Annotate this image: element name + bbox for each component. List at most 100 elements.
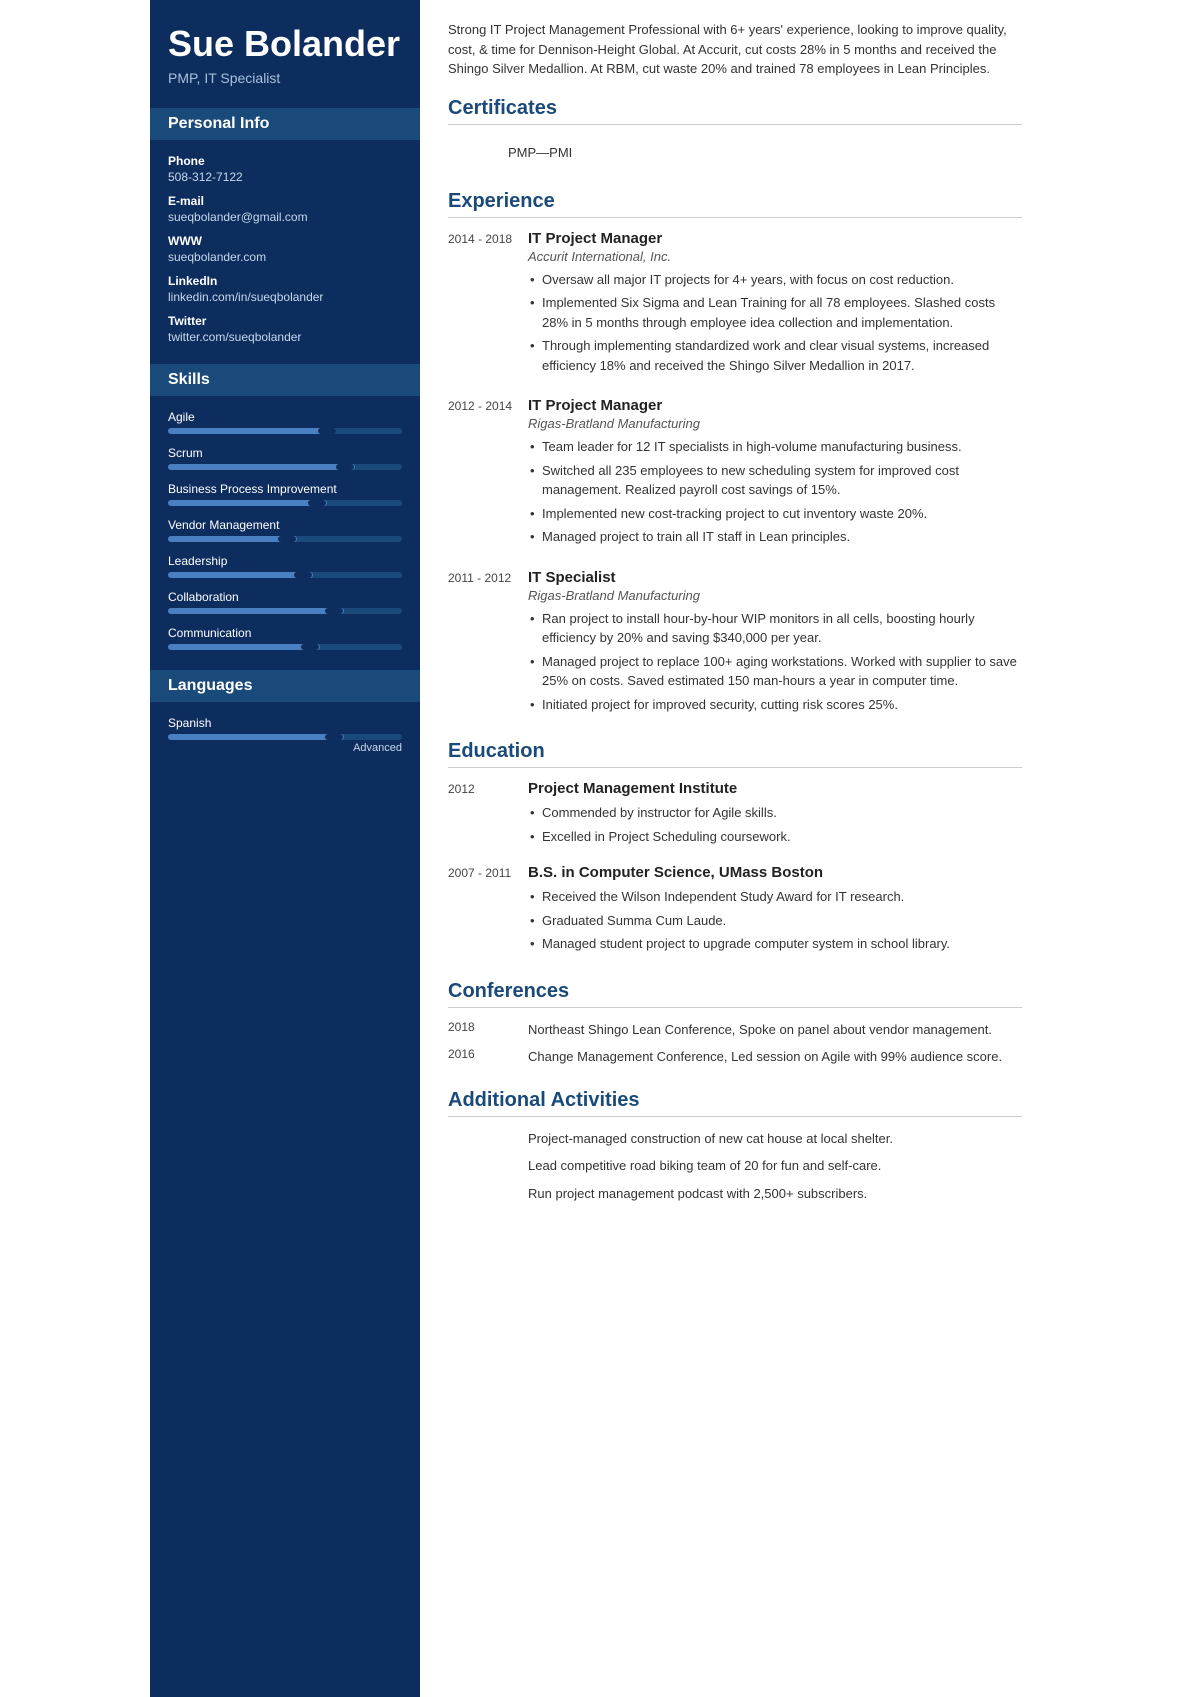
- personal-info-item: Phone508-312-7122: [168, 154, 402, 184]
- activity-spacer: [448, 1184, 528, 1204]
- experience-bullet: Implemented new cost-tracking project to…: [528, 504, 1022, 524]
- skill-item: Leadership: [168, 554, 402, 578]
- skill-bar-segment: [294, 572, 312, 578]
- education-bullet: Commended by instructor for Agile skills…: [528, 803, 1022, 823]
- experience-bullet: Managed project to replace 100+ aging wo…: [528, 652, 1022, 691]
- summary: Strong IT Project Management Professiona…: [448, 20, 1022, 79]
- conference-desc: Northeast Shingo Lean Conference, Spoke …: [528, 1020, 1022, 1040]
- personal-info-label: LinkedIn: [168, 274, 402, 288]
- education-details: Project Management InstituteCommended by…: [528, 780, 1022, 850]
- skill-bar-fill: [168, 572, 313, 578]
- experience-details: IT Project ManagerRigas-Bratland Manufac…: [528, 397, 1022, 551]
- skill-bar-background: [168, 464, 402, 470]
- education-details: B.S. in Computer Science, UMass Boston Re…: [528, 864, 1022, 958]
- experience-job-title: IT Project Manager: [528, 230, 1022, 247]
- additional-entries: Project-managed construction of new cat …: [448, 1129, 1022, 1204]
- certificates-heading: Certificates: [448, 97, 1022, 125]
- experience-entry: 2012 - 2014IT Project ManagerRigas-Bratl…: [448, 397, 1022, 551]
- skill-name: Scrum: [168, 446, 402, 460]
- personal-info-value: sueqbolander.com: [168, 250, 402, 264]
- experience-company: Accurit International, Inc.: [528, 249, 1022, 264]
- additional-heading: Additional Activities: [448, 1089, 1022, 1117]
- skill-item: Communication: [168, 626, 402, 650]
- experience-job-title: IT Specialist: [528, 569, 1022, 586]
- skill-item: Collaboration: [168, 590, 402, 614]
- languages-section: SpanishAdvanced: [168, 716, 402, 754]
- conference-entry: 2018Northeast Shingo Lean Conference, Sp…: [448, 1020, 1022, 1040]
- personal-info-label: Twitter: [168, 314, 402, 328]
- skill-bar-segment: [318, 428, 336, 434]
- experience-bullet: Team leader for 12 IT specialists in hig…: [528, 437, 1022, 457]
- experience-entries: 2014 - 2018IT Project ManagerAccurit Int…: [448, 230, 1022, 719]
- conference-year: 2018: [448, 1020, 528, 1040]
- activity-desc: Project-managed construction of new cat …: [528, 1129, 1022, 1149]
- skill-bar-segment: [336, 464, 354, 470]
- skill-item: Scrum: [168, 446, 402, 470]
- personal-info-label: WWW: [168, 234, 402, 248]
- skill-bar-fill: [168, 644, 320, 650]
- experience-bullet: Managed project to train all IT staff in…: [528, 527, 1022, 547]
- experience-bullet: Ran project to install hour-by-hour WIP …: [528, 609, 1022, 648]
- education-bullet: Graduated Summa Cum Laude.: [528, 911, 1022, 931]
- conference-desc: Change Management Conference, Led sessio…: [528, 1047, 1022, 1067]
- personal-info-item: LinkedIn linkedin.com/in/sueqbolander: [168, 274, 402, 304]
- skill-name: Collaboration: [168, 590, 402, 604]
- sidebar: Sue Bolander PMP, IT Specialist Personal…: [150, 0, 420, 1697]
- conferences-entries: 2018Northeast Shingo Lean Conference, Sp…: [448, 1020, 1022, 1067]
- education-bullets: Received the Wilson Independent Study Aw…: [528, 887, 1022, 954]
- skill-bar-background: [168, 500, 402, 506]
- experience-bullets: Oversaw all major IT projects for 4+ yea…: [528, 270, 1022, 376]
- language-name: Spanish: [168, 716, 402, 730]
- skill-name: Vendor Management: [168, 518, 402, 532]
- main-content: Strong IT Project Management Professiona…: [420, 0, 1050, 1697]
- candidate-title: PMP, IT Specialist: [168, 70, 402, 86]
- skill-bar-background: [168, 428, 402, 434]
- skill-item: Agile: [168, 410, 402, 434]
- conference-year: 2016: [448, 1047, 528, 1067]
- skill-bar-background: [168, 608, 402, 614]
- personal-info-item: Twitter twitter.com/sueqbolander: [168, 314, 402, 344]
- activity-desc: Lead competitive road biking team of 20 …: [528, 1156, 1022, 1176]
- personal-info-value: linkedin.com/in/sueqbolander: [168, 290, 402, 304]
- activity-entry: Project-managed construction of new cat …: [448, 1129, 1022, 1149]
- experience-bullet: Through implementing standardized work a…: [528, 336, 1022, 375]
- skill-bar-segment: [325, 608, 343, 614]
- skill-bar-segment: [278, 536, 296, 542]
- experience-section: Experience 2014 - 2018IT Project Manager…: [448, 190, 1022, 719]
- education-year: 2007 - 2011: [448, 864, 528, 958]
- personal-info-value: sueqbolander@gmail.com: [168, 210, 402, 224]
- additional-section: Additional Activities Project-managed co…: [448, 1089, 1022, 1204]
- personal-info-value: twitter.com/sueqbolander: [168, 330, 402, 344]
- skill-bar-background: [168, 644, 402, 650]
- experience-dates: 2011 - 2012: [448, 569, 528, 719]
- conferences-heading: Conferences: [448, 980, 1022, 1008]
- education-entry: 2007 - 2011B.S. in Computer Science, UMa…: [448, 864, 1022, 958]
- experience-heading: Experience: [448, 190, 1022, 218]
- skill-bar-segment: [308, 500, 326, 506]
- cert-entry: PMP—PMI: [448, 137, 1022, 168]
- education-institution: B.S. in Computer Science, UMass Boston: [528, 864, 1022, 881]
- personal-info-block: Phone508-312-7122 E-mail sueqbolander@gmai…: [168, 154, 402, 344]
- experience-bullets: Ran project to install hour-by-hour WIP …: [528, 609, 1022, 715]
- skills-section: AgileScrumBusiness Process ImprovementVe…: [168, 410, 402, 650]
- skill-bar-fill: [168, 608, 344, 614]
- experience-bullet: Switched all 235 employees to new schedu…: [528, 461, 1022, 500]
- skills-heading: Skills: [150, 364, 420, 396]
- personal-info-label: E-mail: [168, 194, 402, 208]
- experience-bullet: Implemented Six Sigma and Lean Training …: [528, 293, 1022, 332]
- experience-entry: 2011 - 2012IT SpecialistRigas-Bratland M…: [448, 569, 1022, 719]
- certificates-section: Certificates PMP—PMI: [448, 97, 1022, 168]
- activity-desc: Run project management podcast with 2,50…: [528, 1184, 1022, 1204]
- skill-bar-fill: [168, 464, 355, 470]
- skill-item: Vendor Management: [168, 518, 402, 542]
- skill-bar-segment: [301, 644, 319, 650]
- language-bar-background: [168, 734, 402, 740]
- experience-bullet: Oversaw all major IT projects for 4+ yea…: [528, 270, 1022, 290]
- education-entries: 2012Project Management InstituteCommende…: [448, 780, 1022, 958]
- experience-bullet: Initiated project for improved security,…: [528, 695, 1022, 715]
- activity-entry: Run project management podcast with 2,50…: [448, 1184, 1022, 1204]
- personal-info-heading: Personal Info: [150, 108, 420, 140]
- personal-info-label: Phone: [168, 154, 402, 168]
- activity-entry: Lead competitive road biking team of 20 …: [448, 1156, 1022, 1176]
- skill-bar-fill: [168, 428, 336, 434]
